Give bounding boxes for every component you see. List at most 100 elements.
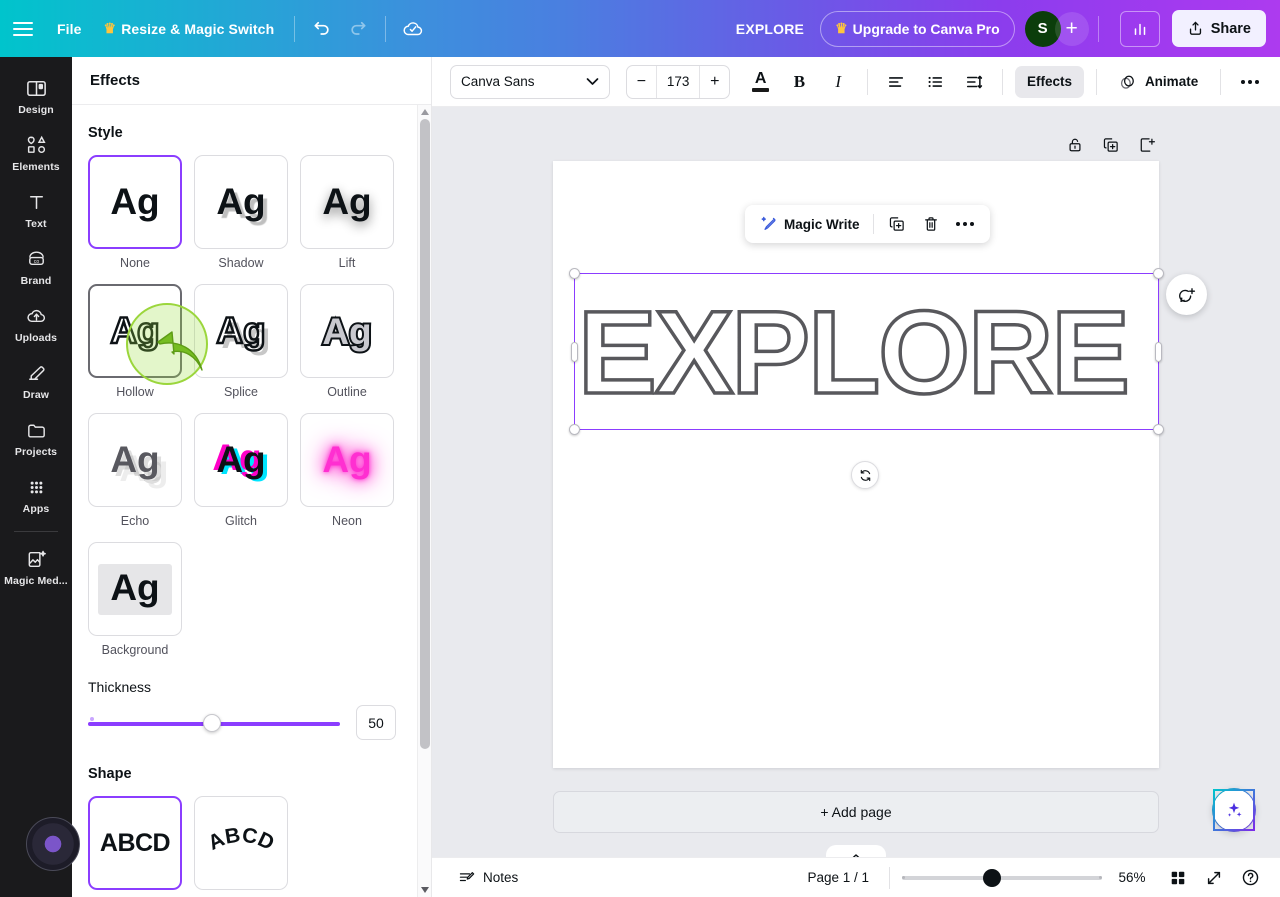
magic-write-button[interactable]: Magic Write bbox=[755, 209, 865, 239]
duplicate-icon bbox=[889, 217, 904, 231]
recording-indicator[interactable] bbox=[26, 817, 80, 871]
duplicate-page-button[interactable] bbox=[1096, 130, 1126, 160]
fullscreen-button[interactable] bbox=[1198, 862, 1230, 894]
font-size-increase-button[interactable]: + bbox=[700, 66, 729, 98]
sidebar-item-text[interactable]: Text bbox=[4, 181, 68, 236]
italic-button[interactable]: I bbox=[822, 65, 855, 99]
resize-magic-switch-button[interactable]: ♛ Resize & Magic Switch bbox=[93, 13, 286, 44]
uploads-icon bbox=[25, 303, 48, 329]
rotate-handle[interactable] bbox=[851, 461, 879, 489]
delete-element-button[interactable] bbox=[916, 209, 946, 239]
divider bbox=[1220, 68, 1222, 95]
sidebar-item-projects[interactable]: Projects bbox=[4, 409, 68, 464]
resize-handle-bottom-left[interactable] bbox=[569, 424, 580, 435]
zoom-track bbox=[902, 875, 1102, 880]
hamburger-menu-button[interactable] bbox=[0, 0, 46, 57]
thickness-slider[interactable] bbox=[88, 712, 340, 734]
style-option-hollow[interactable]: Ag Hollow bbox=[88, 284, 182, 399]
duplicate-element-button[interactable] bbox=[882, 209, 912, 239]
add-comment-button[interactable] bbox=[1166, 274, 1207, 315]
shape-option-curve[interactable]: ABCD bbox=[194, 796, 288, 890]
resize-handle-bottom-right[interactable] bbox=[1153, 424, 1164, 435]
redo-button[interactable] bbox=[340, 11, 376, 47]
preview-text: Ag bbox=[98, 563, 172, 615]
style-option-echo[interactable]: Ag Echo bbox=[88, 413, 182, 528]
top-bar: File ♛ Resize & Magic Switch EXPLORE ♛ U… bbox=[0, 0, 1280, 57]
bullet-list-button[interactable] bbox=[918, 65, 951, 99]
scroll-down-arrow[interactable] bbox=[418, 883, 431, 897]
slider-thumb[interactable] bbox=[203, 713, 221, 732]
help-button[interactable] bbox=[1234, 862, 1266, 894]
font-size-decrease-button[interactable]: − bbox=[627, 66, 656, 98]
panel-scrollbar[interactable] bbox=[417, 105, 431, 897]
resize-handle-top-right[interactable] bbox=[1153, 268, 1164, 279]
bold-button[interactable]: B bbox=[783, 65, 816, 99]
explore-nav-label[interactable]: EXPLORE bbox=[736, 21, 804, 37]
grid-view-button[interactable] bbox=[1162, 862, 1194, 894]
style-option-shadow[interactable]: Ag Shadow bbox=[194, 155, 288, 270]
style-option-splice[interactable]: Ag Splice bbox=[194, 284, 288, 399]
upgrade-to-canva-pro-button[interactable]: ♛ Upgrade to Canva Pro bbox=[820, 10, 1015, 47]
file-menu-button[interactable]: File bbox=[46, 14, 93, 44]
add-page-tool-button[interactable] bbox=[1132, 130, 1162, 160]
resize-handle-top-left[interactable] bbox=[569, 268, 580, 279]
shape-option-straight[interactable]: ABCD bbox=[88, 796, 182, 890]
font-family-select[interactable]: Canva Sans bbox=[450, 64, 610, 99]
zoom-level-value[interactable]: 56% bbox=[1106, 870, 1158, 885]
rotate-icon bbox=[860, 469, 870, 481]
notes-button[interactable]: Notes bbox=[452, 865, 524, 891]
sidebar-item-brand[interactable]: co Brand bbox=[4, 238, 68, 293]
text-align-button[interactable] bbox=[880, 65, 913, 99]
sidebar-item-draw[interactable]: Draw bbox=[4, 352, 68, 407]
thickness-value-input[interactable]: 50 bbox=[356, 705, 396, 740]
style-option-background[interactable]: Ag Background bbox=[88, 542, 182, 657]
element-more-options-button[interactable] bbox=[950, 209, 980, 239]
style-option-none[interactable]: Ag None bbox=[88, 155, 182, 270]
more-options-button[interactable] bbox=[1233, 65, 1266, 99]
undo-button[interactable] bbox=[304, 11, 340, 47]
add-page-button[interactable]: + Add page bbox=[553, 791, 1159, 833]
animate-button[interactable]: Animate bbox=[1109, 66, 1208, 98]
zoom-slider[interactable] bbox=[902, 868, 1102, 888]
magic-studio-button[interactable] bbox=[1213, 789, 1255, 831]
text-color-button[interactable]: A bbox=[744, 65, 777, 99]
notes-icon bbox=[459, 871, 475, 881]
sidebar-item-uploads[interactable]: Uploads bbox=[4, 295, 68, 350]
insights-button[interactable] bbox=[1119, 10, 1160, 47]
help-icon bbox=[1242, 869, 1258, 886]
sidebar-label: Apps bbox=[22, 503, 50, 515]
crown-icon: ♛ bbox=[835, 20, 848, 36]
magic-pen-icon bbox=[761, 216, 776, 230]
italic-icon: I bbox=[835, 71, 842, 91]
style-option-neon[interactable]: Ag Neon bbox=[300, 413, 394, 528]
style-option-outline[interactable]: Ag Outline bbox=[300, 284, 394, 399]
resize-handle-left-middle[interactable] bbox=[571, 342, 578, 362]
sidebar-item-design[interactable]: Design bbox=[4, 67, 68, 122]
style-grid: Ag None Ag Shadow Ag Lift Ag Hollow Ag S… bbox=[88, 155, 409, 657]
sidebar-label: Projects bbox=[14, 446, 58, 458]
font-size-input[interactable]: 173 bbox=[655, 65, 701, 98]
line-spacing-button[interactable] bbox=[957, 65, 990, 99]
lock-page-button[interactable] bbox=[1060, 130, 1090, 160]
element-floating-toolbar: Magic Write bbox=[745, 205, 990, 243]
grid-view-icon bbox=[1171, 871, 1185, 884]
effects-button[interactable]: Effects bbox=[1014, 65, 1084, 98]
cloud-save-button[interactable] bbox=[395, 11, 431, 47]
add-collaborator-button[interactable]: + bbox=[1054, 11, 1089, 46]
bold-icon: B bbox=[793, 71, 806, 91]
style-option-lift[interactable]: Ag Lift bbox=[300, 155, 394, 270]
zoom-slider-thumb[interactable] bbox=[983, 868, 1001, 887]
divider bbox=[14, 531, 58, 532]
share-button[interactable]: Share bbox=[1171, 10, 1266, 47]
sidebar-item-elements[interactable]: Elements bbox=[4, 124, 68, 179]
sidebar-item-magic-media[interactable]: Magic Med... bbox=[4, 538, 68, 593]
sidebar-item-apps[interactable]: Apps bbox=[4, 466, 68, 521]
panel-scrollbar-thumb[interactable] bbox=[420, 119, 430, 749]
resize-handle-right-middle[interactable] bbox=[1155, 342, 1162, 362]
style-option-glitch[interactable]: Ag Glitch bbox=[194, 413, 288, 528]
page-count-label[interactable]: Page 1 / 1 bbox=[799, 866, 877, 889]
preview-text: Ag bbox=[215, 309, 267, 353]
upload-icon bbox=[1189, 21, 1201, 35]
scroll-up-arrow[interactable] bbox=[418, 105, 431, 119]
sidebar-label: Text bbox=[25, 218, 47, 230]
